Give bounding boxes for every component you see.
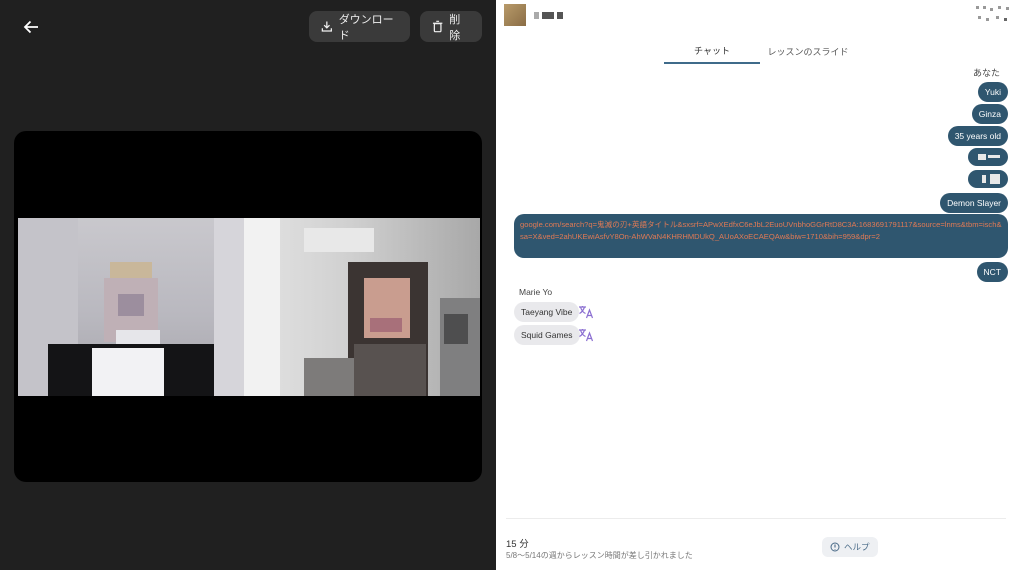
lesson-notice: 5/8〜5/14の週からレッスン時間が差し引かれました [506,551,693,560]
download-icon [321,21,332,32]
help-icon [830,542,840,552]
message-bubble-sent: Yuki [977,82,1008,102]
message-bubble-sent-redacted [968,148,1008,166]
footer-divider [506,518,1006,519]
participant-video-left [18,218,244,396]
video-frame [18,218,480,396]
message-bubble-received: Squid Games [514,325,580,345]
tab-lesson-slides[interactable]: レッスンのスライド [760,38,856,64]
chat-tabs: チャット レッスンのスライド [664,38,856,64]
delete-button[interactable]: 削除 [420,11,482,42]
message-bubble-sent-redacted [968,170,1008,188]
translate-icon[interactable] [578,305,594,319]
video-pane: ダウンロード 削除 [0,0,496,570]
lesson-duration: 15 分 [506,539,529,550]
message-bubble-sent: NCT [976,262,1008,282]
message-bubble-sent: Ginza [971,104,1008,124]
tab-chat[interactable]: チャット [664,38,760,64]
back-button[interactable] [16,12,46,42]
delete-label: 削除 [449,13,461,42]
recording-video-player[interactable] [14,131,482,482]
download-button[interactable]: ダウンロード [309,11,410,42]
user-meta-redacted [974,4,1014,26]
sender-label-other: Marie Yo [519,287,553,297]
arrow-left-icon [23,20,38,34]
message-bubble-sent: Demon Slayer [940,193,1008,213]
download-label: ダウンロード [338,13,394,42]
message-bubble-sent: 35 years old [947,126,1008,146]
help-label: ヘルプ [844,542,870,552]
translate-icon[interactable] [578,328,594,342]
chat-pane: チャット レッスンのスライド あなた Yuki Ginza 35 years o… [496,0,1024,570]
participant-video-right [244,218,480,396]
link-text[interactable]: google.com/search?q=鬼滅の刃+英語タイトル&sxsrf=AP… [520,219,1002,242]
message-bubble-received: Taeyang Vibe [514,302,580,322]
avatar[interactable] [504,4,526,26]
user-name-redacted [534,12,563,19]
trash-icon [432,20,443,33]
help-button[interactable]: ヘルプ [822,537,878,557]
sender-label-me: あなた [972,68,1000,78]
message-bubble-link[interactable]: google.com/search?q=鬼滅の刃+英語タイトル&sxsrf=AP… [514,214,1008,258]
